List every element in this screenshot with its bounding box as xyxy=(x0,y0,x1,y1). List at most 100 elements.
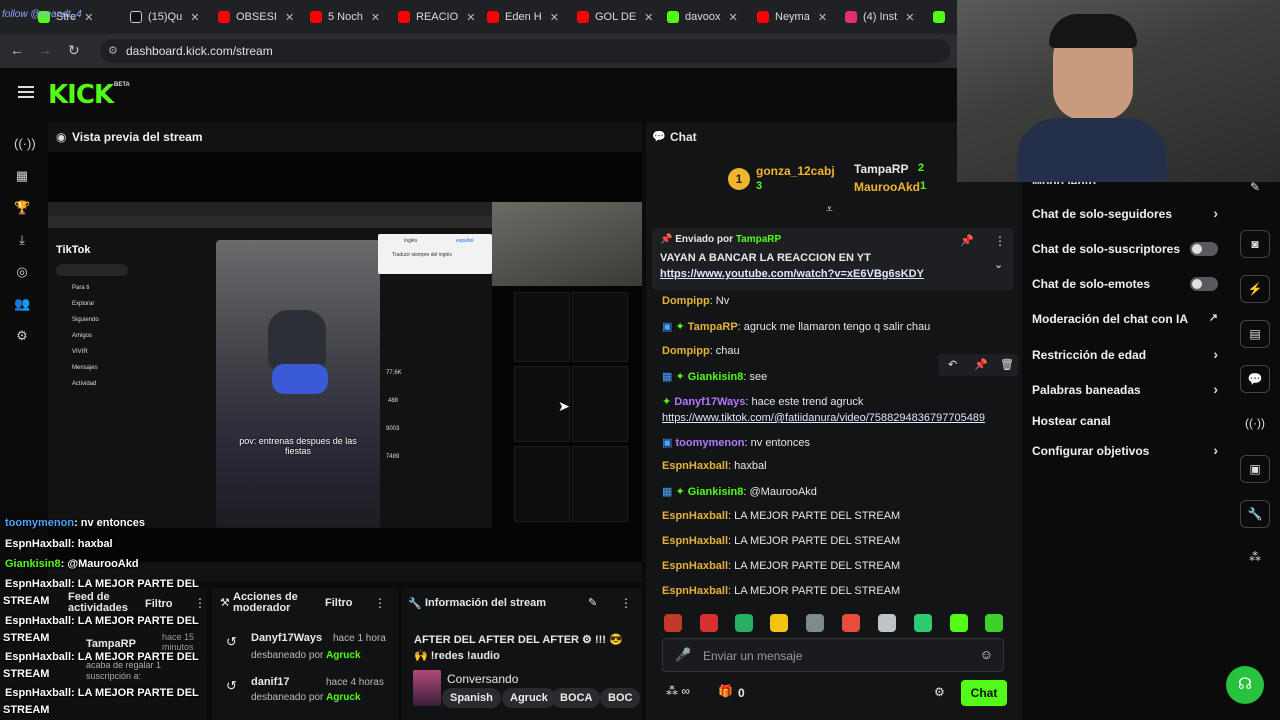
browser-tab[interactable]: Neyma ✕ xyxy=(757,4,837,30)
gift-icon[interactable]: 🎁 xyxy=(718,684,733,698)
chat-input[interactable]: 🎤 Enviar un mensaje ☺ xyxy=(662,638,1004,672)
settings-row-subscribers[interactable]: Chat de solo-suscriptores xyxy=(1032,242,1218,256)
mod-item-user[interactable]: danif17 xyxy=(251,676,290,688)
leader-name[interactable]: MaurooAkd xyxy=(854,180,920,194)
lightning-icon[interactable]: ⚡ xyxy=(1240,275,1270,303)
emote-icon[interactable] xyxy=(770,614,788,632)
layout-icon[interactable]: ▣ xyxy=(1240,455,1270,483)
close-tab-icon[interactable]: ✕ xyxy=(905,11,914,24)
site-info-icon[interactable]: ⚙ xyxy=(108,39,118,63)
browser-tab[interactable]: GOL DE ✕ xyxy=(577,4,657,30)
chevron-down-icon[interactable]: ⌄ xyxy=(994,258,1003,271)
close-tab-icon[interactable]: ✕ xyxy=(371,11,380,24)
settings-row-age[interactable]: Restricción de edad › xyxy=(1032,346,1218,362)
analytics-icon[interactable]: ▦ xyxy=(14,168,30,184)
settings-row-goals[interactable]: Configurar objetivos › xyxy=(1032,442,1218,458)
chat-settings-gear-icon[interactable]: ⚙ xyxy=(934,685,945,699)
emoji-picker-icon[interactable]: ☺ xyxy=(980,647,993,662)
emote-icon[interactable] xyxy=(700,614,718,632)
close-tab-icon[interactable]: ✕ xyxy=(550,11,559,24)
broadcast-icon[interactable]: ((·)) xyxy=(14,136,36,152)
emote-icon[interactable] xyxy=(735,614,753,632)
leader-name[interactable]: TampaRP xyxy=(854,162,908,176)
support-headset-icon[interactable]: ☊ xyxy=(1226,666,1264,704)
more-vertical-icon[interactable]: ⋮ xyxy=(994,234,1006,248)
stream-video[interactable]: TikTok Para ti Explorar Siguiendo Amigos… xyxy=(48,152,642,562)
camera-icon[interactable]: ◙ xyxy=(1240,230,1270,258)
stream-tag[interactable]: BOCA xyxy=(552,688,601,708)
more-vertical-icon[interactable]: ⋮ xyxy=(620,596,632,610)
users-icon[interactable]: 👥 xyxy=(14,296,30,312)
settings-row-banned-words[interactable]: Palabras baneadas › xyxy=(1032,381,1218,397)
settings-gear-icon[interactable]: ⚙ xyxy=(14,328,30,344)
close-tab-icon[interactable]: ✕ xyxy=(728,11,737,24)
tiktok-brand: TikTok xyxy=(56,244,91,256)
emote-icon[interactable] xyxy=(950,614,968,632)
mod-item-user[interactable]: Danyf17Ways xyxy=(251,632,322,644)
users-infinity-icon[interactable]: ⁂ ∞ xyxy=(666,684,690,698)
send-chat-button[interactable]: Chat xyxy=(961,680,1007,706)
edit-pencil-icon[interactable]: ✎ xyxy=(588,596,597,609)
reply-icon[interactable]: ↶ xyxy=(948,358,957,371)
browser-tab[interactable]: Eden H ✕ xyxy=(487,4,567,30)
notes-icon[interactable]: ▤ xyxy=(1240,320,1270,348)
wrench-icon[interactable]: 🔧 xyxy=(1240,500,1270,528)
browser-tab[interactable] xyxy=(933,4,957,30)
more-vertical-icon[interactable]: ⋮ xyxy=(194,596,206,610)
browser-tab[interactable]: OBSESI ✕ xyxy=(218,4,298,30)
trophy-icon[interactable]: 🏆 xyxy=(14,200,30,216)
trash-icon[interactable]: 🗑 xyxy=(1000,358,1014,371)
target-icon[interactable]: ◎ xyxy=(14,264,30,280)
chat-message: EspnHaxball: LA MEJOR PARTE DEL STREAM xyxy=(662,585,901,597)
share-icon[interactable]: ⁂ xyxy=(1240,544,1270,572)
forward-arrow-icon[interactable]: → xyxy=(38,42,52,58)
close-tab-icon[interactable]: ✕ xyxy=(285,11,294,24)
emote-icon[interactable] xyxy=(806,614,824,632)
settings-row-followers[interactable]: Chat de solo-seguidores › xyxy=(1032,205,1218,221)
moderator-filter[interactable]: Filtro xyxy=(325,597,353,609)
collapse-icon[interactable]: ⩡ xyxy=(826,202,833,217)
browser-tab[interactable]: (4) Inst ✕ xyxy=(845,4,925,30)
back-arrow-icon[interactable]: ← xyxy=(10,42,24,58)
reload-icon[interactable]: ↻ xyxy=(68,42,80,59)
settings-row-ai-moderation[interactable]: Moderación del chat con IA ↗ xyxy=(1032,312,1218,326)
chevron-right-icon: › xyxy=(1213,205,1218,221)
tiktok-page: TikTok Para ti Explorar Siguiendo Amigos… xyxy=(48,228,492,528)
more-vertical-icon[interactable]: ⋮ xyxy=(374,596,386,610)
category-name[interactable]: Conversando xyxy=(447,672,518,686)
emote-icon[interactable] xyxy=(914,614,932,632)
close-tab-icon[interactable]: ✕ xyxy=(818,11,827,24)
browser-tab[interactable]: 5 Noch ✕ xyxy=(310,4,390,30)
emote-icon[interactable] xyxy=(878,614,896,632)
kick-logo[interactable]: KICK xyxy=(48,80,114,110)
stream-tag[interactable]: BOC xyxy=(600,688,640,708)
upload-icon[interactable]: ⤓ xyxy=(14,232,30,248)
close-tab-icon[interactable]: ✕ xyxy=(644,11,653,24)
close-tab-icon[interactable]: ✕ xyxy=(84,11,93,24)
activity-filter[interactable]: Filtro xyxy=(145,598,173,610)
pin-icon[interactable]: 📌 xyxy=(960,234,974,247)
url-field[interactable]: ⚙ dashboard.kick.com/stream xyxy=(100,39,950,63)
settings-row-host[interactable]: Hostear canal xyxy=(1032,414,1218,428)
chat-input-placeholder: Enviar un mensaje xyxy=(703,649,803,663)
pin-icon[interactable]: 📌 xyxy=(974,358,988,371)
chat-link[interactable]: https://www.tiktok.com/@fatiidanura/vide… xyxy=(662,412,985,424)
leader-name[interactable]: gonza_12cabj xyxy=(756,164,835,178)
emote-icon[interactable] xyxy=(842,614,860,632)
broadcast-icon[interactable]: ((·)) xyxy=(1240,410,1270,438)
browser-tab[interactable]: REACIO ✕ xyxy=(398,4,478,30)
emote-icon[interactable] xyxy=(985,614,1003,632)
browser-tab[interactable]: (15)Qu ✕ xyxy=(130,4,208,30)
pinned-link[interactable]: https://www.youtube.com/watch?v=xE6VBg6s… xyxy=(660,268,924,280)
stream-tag[interactable]: Agruck xyxy=(502,688,556,708)
stream-tag[interactable]: Spanish xyxy=(442,688,501,708)
mic-icon[interactable]: 🎤 xyxy=(675,647,691,663)
close-tab-icon[interactable]: ✕ xyxy=(190,11,199,24)
menu-icon[interactable] xyxy=(18,86,34,98)
close-tab-icon[interactable]: ✕ xyxy=(466,11,475,24)
browser-tab[interactable]: davoox ✕ xyxy=(667,4,747,30)
settings-row-emotes[interactable]: Chat de solo-emotes xyxy=(1032,277,1218,291)
emote-icon[interactable] xyxy=(664,614,682,632)
chat-icon[interactable]: 💬 xyxy=(1240,365,1270,393)
overlay-chat-line: Giankisin8: @MaurooAkd xyxy=(5,558,139,570)
